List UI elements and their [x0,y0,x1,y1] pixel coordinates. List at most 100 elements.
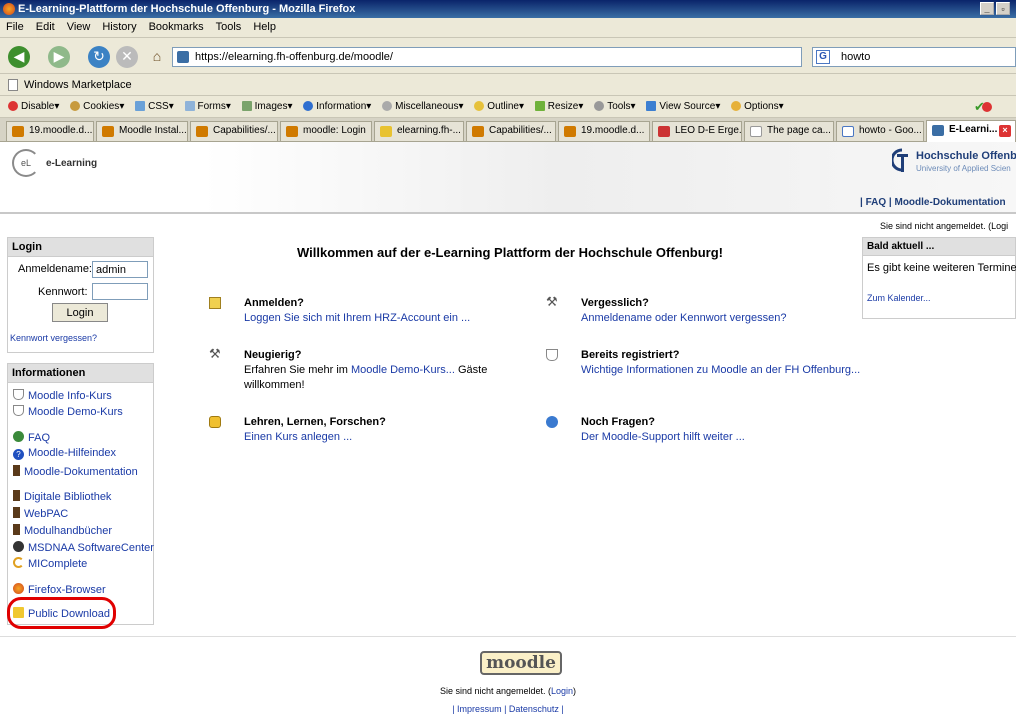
tools-icon [594,101,605,112]
support-link[interactable]: Der Moodle-Support hilft weiter ... [581,431,861,443]
menu-view[interactable]: View [61,18,97,36]
tab-6[interactable]: Capabilities/... [466,121,556,141]
link-micomplete[interactable]: MIComplete [13,557,87,570]
dev-images[interactable]: Images▾ [241,96,292,117]
link-moodle-hilfeindex[interactable]: ? Moodle-Hilfeindex [13,447,116,460]
tab-active[interactable]: E-Learni... × [926,120,1016,142]
menu-tools[interactable]: Tools [210,18,248,36]
error-icon[interactable] [982,102,992,112]
login-button[interactable]: Login [52,303,108,322]
footer-divider [0,636,1016,637]
tab-7[interactable]: 19.moodle.d... [558,121,650,141]
username-input[interactable] [92,261,148,278]
menu-bookmarks[interactable]: Bookmarks [143,18,210,36]
elearning-logo-icon[interactable]: eL [12,149,40,177]
search-input[interactable]: G howto [812,47,1016,67]
tab-bar: 19.moodle.d... Moodle Instal... Capabili… [0,118,1016,142]
firefox-icon [13,583,24,594]
top-navigation[interactable]: | FAQ | Moodle-Dokumentation [860,197,1006,208]
dev-resize[interactable]: Resize▾ [534,96,583,117]
forgot-password-link[interactable]: Kennwort vergessen? [10,333,97,343]
tab-1[interactable]: 19.moodle.d... [6,121,94,141]
hammer-icon: ⚒ [209,346,221,361]
minimize-button[interactable]: _ [980,2,994,15]
footer-login-status: Sie sind nicht angemeldet. (Login) [439,686,577,696]
link-firefox-browser[interactable]: Firefox-Browser [13,583,106,596]
item-lehren: Lehren, Lernen, Forschen? Einen Kurs anl… [209,416,504,443]
bookmarks-toolbar: Windows Marketplace [0,74,1016,96]
reload-button[interactable]: ↻ [88,46,110,68]
images-icon [241,101,252,112]
dev-disable[interactable]: Disable▾ [8,96,59,117]
tab-4[interactable]: moodle: Login [280,121,372,141]
moodle-logo[interactable]: moodle [480,651,562,675]
dev-forms[interactable]: Forms▾ [184,96,231,117]
footer-login-link[interactable]: Login [551,686,573,696]
moodle-favicon [102,126,114,137]
tab-9[interactable]: The page ca... [744,121,834,141]
forward-button[interactable]: ▶ [48,46,70,68]
link-digitale-bibliothek[interactable]: Digitale Bibliothek [13,490,111,503]
tab-10[interactable]: howto - Goo... [836,121,924,141]
kurs-anlegen-link[interactable]: Einen Kurs anlegen ... [244,431,504,443]
home-icon[interactable]: ⌂ [146,46,168,68]
firefox-icon [3,3,15,15]
dev-information[interactable]: Information▾ [303,96,371,117]
elearning-logo-text[interactable]: e-Learning [46,158,97,169]
hochschule-logo-icon[interactable] [892,148,912,174]
demo-kurs-link[interactable]: Moodle Demo-Kurs... [351,364,455,376]
maximize-button[interactable]: ▫ [996,2,1010,15]
dev-options[interactable]: Options▾ [731,96,784,117]
book-icon [13,490,20,501]
tab-5[interactable]: elearning.fh-... [374,121,464,141]
dev-view-source[interactable]: View Source▾ [646,96,720,117]
login-icon [209,297,221,309]
elearning-favicon [380,126,392,137]
password-input[interactable] [92,283,148,300]
css-icon [135,101,146,112]
link-modulhandbuecher[interactable]: Modulhandbücher [13,524,112,537]
dev-tools[interactable]: Tools▾ [594,96,636,117]
forms-icon [184,101,195,112]
menu-history[interactable]: History [96,18,142,36]
menu-edit[interactable]: Edit [30,18,61,36]
tab-8[interactable]: LEO D-E Erge... [652,121,742,141]
globe-icon [13,431,24,442]
link-moodle-dokumentation[interactable]: Moodle-Dokumentation [13,465,138,478]
calendar-link[interactable]: Zum Kalender... [863,274,1015,303]
site-identity-icon[interactable] [177,51,189,63]
dev-miscellaneous[interactable]: Miscellaneous▾ [382,96,464,117]
login-status: Sie sind nicht angemeldet. (Logi [880,221,1009,231]
tab-3[interactable]: Capabilities/... [190,121,278,141]
dev-cookies[interactable]: Cookies▾ [70,96,124,117]
calendar-title: Bald aktuell ... [863,238,1015,256]
link-moodle-info-kurs[interactable]: Moodle Info-Kurs [13,389,112,402]
menu-file[interactable]: File [0,18,30,36]
google-favicon [842,126,854,137]
dev-outline[interactable]: Outline▾ [474,96,524,117]
tab-2[interactable]: Moodle Instal... [96,121,188,141]
registriert-link[interactable]: Wichtige Informationen zu Moodle an der … [581,364,861,376]
menu-bar: File Edit View History Bookmarks Tools Help [0,18,1016,38]
dev-css[interactable]: CSS▾ [135,96,174,117]
hs-favicon [932,125,944,136]
close-tab-icon[interactable]: × [999,125,1011,137]
url-bar[interactable]: https://elearning.fh-offenburg.de/moodle… [172,47,802,67]
link-faq[interactable]: FAQ [13,431,50,444]
link-msdnaa-softwarecenter[interactable]: MSDNAA SoftwareCenter [13,541,154,554]
school-subtitle: University of Applied Scien [916,164,1011,173]
vergesslich-link[interactable]: Anmeldename oder Kennwort vergessen? [581,312,861,324]
highlight-annotation [7,597,116,629]
stop-button[interactable]: ✕ [116,46,138,68]
footer-links[interactable]: | Impressum | Datenschutz | [0,704,1016,714]
item-neugierig: ⚒ Neugierig? Erfahren Sie mehr im Moodle… [209,346,488,391]
link-moodle-demo-kurs[interactable]: Moodle Demo-Kurs [13,405,123,418]
menu-help[interactable]: Help [247,18,282,36]
view-source-icon [646,101,657,112]
anmelden-link[interactable]: Loggen Sie sich mit Ihrem HRZ-Account ei… [244,312,524,324]
link-webpac[interactable]: WebPAC [13,507,68,520]
book-icon [13,507,20,518]
bookmark-windows-marketplace[interactable]: Windows Marketplace [24,79,132,91]
google-icon[interactable]: G [816,50,830,64]
back-button[interactable]: ◀ [8,46,30,68]
